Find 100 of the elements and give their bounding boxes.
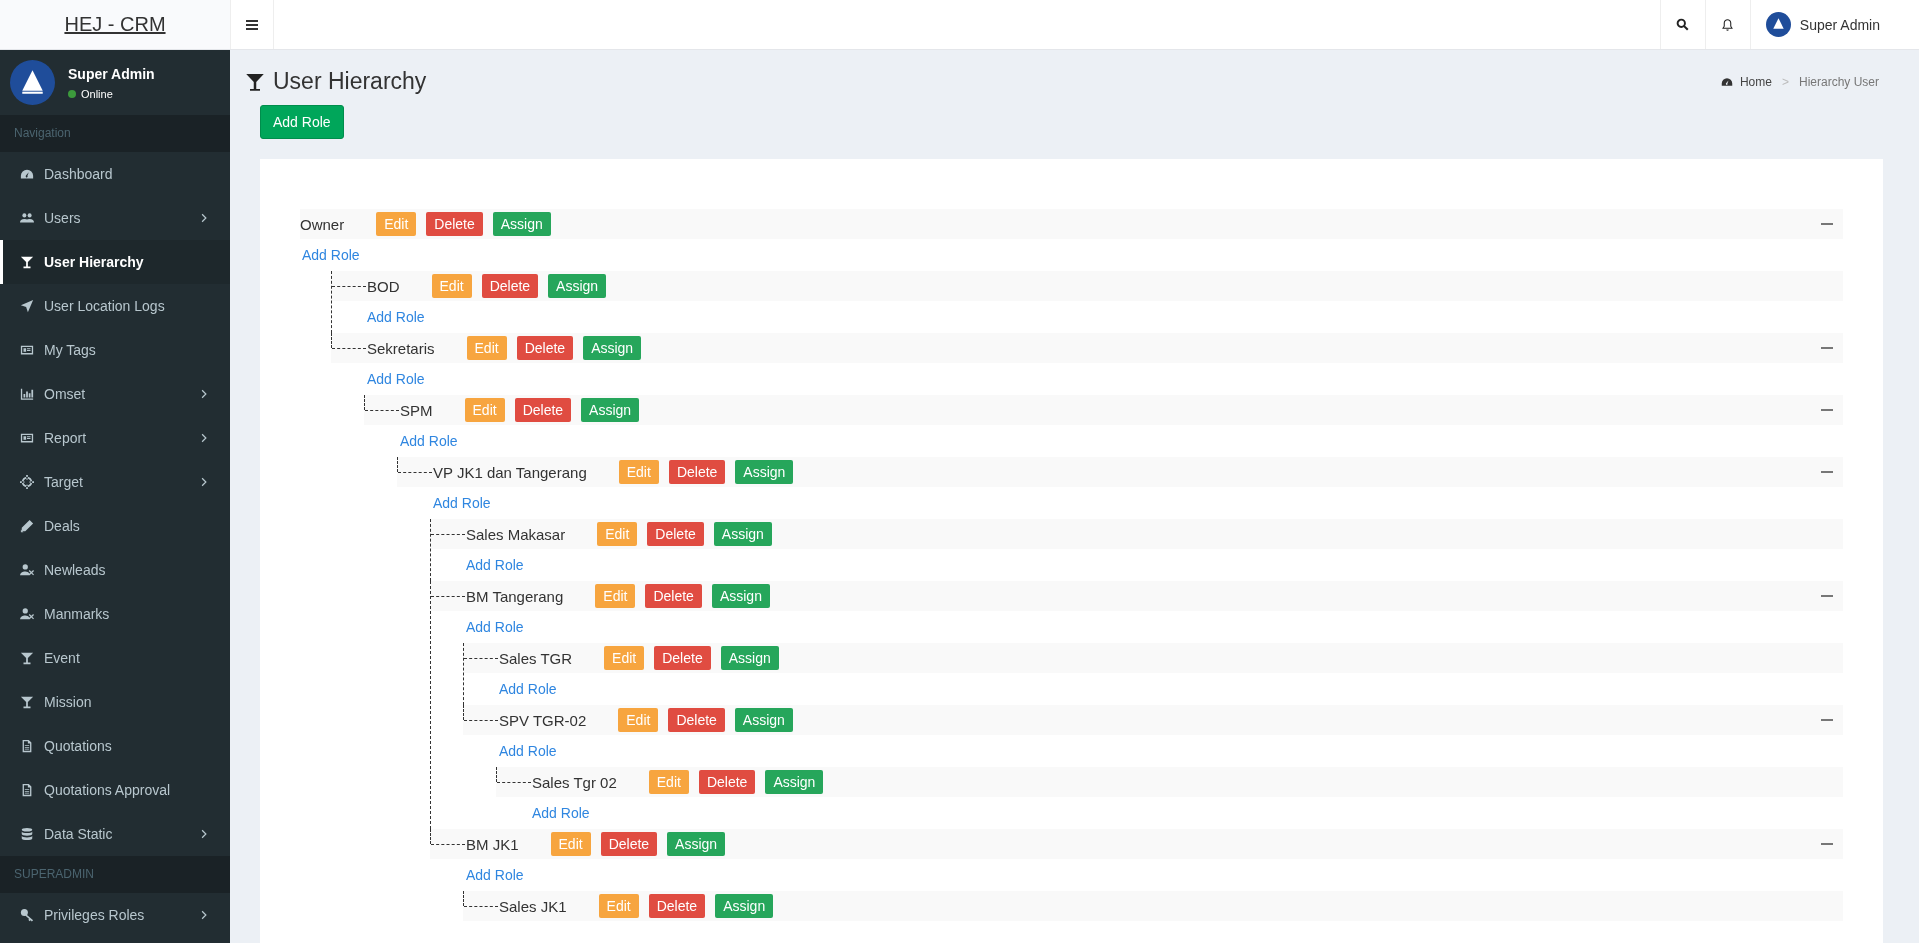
status-dot-icon <box>68 89 76 98</box>
assign-button[interactable]: Assign <box>492 212 551 236</box>
role-name: Sekretaris <box>367 339 435 357</box>
user-name: Super Admin <box>68 65 155 82</box>
sidebar-item[interactable]: Data Static <box>0 812 230 856</box>
delete-button[interactable]: Delete <box>668 460 726 484</box>
sidebar-item[interactable]: Newleads <box>0 548 230 592</box>
crosshair-icon <box>20 475 34 489</box>
assign-button[interactable]: Assign <box>765 770 824 794</box>
funnel-icon <box>245 71 265 92</box>
delete-button[interactable]: Delete <box>668 708 725 732</box>
delete-button[interactable]: Delete <box>654 646 711 670</box>
assign-button[interactable]: Assign <box>713 522 772 546</box>
add-role-button[interactable]: Add Role <box>260 105 344 139</box>
role-name: BM JK1 <box>466 835 519 853</box>
add-role-link[interactable]: Add Role <box>400 433 458 449</box>
role-name: Sales Makasar <box>466 525 566 543</box>
breadcrumb-separator: > <box>1781 74 1789 89</box>
funnel-icon <box>20 651 34 665</box>
sidebar-item[interactable]: Quotations Approval <box>0 768 230 812</box>
sidebar-item[interactable]: User Location Logs <box>0 284 230 328</box>
app-logo[interactable]: HEJ - CRM <box>64 13 166 36</box>
edit-button[interactable]: Edit <box>466 336 507 360</box>
sidebar-item[interactable]: User Hierarchy <box>0 240 230 284</box>
edit-button[interactable]: Edit <box>597 522 638 546</box>
edit-button[interactable]: Edit <box>604 646 645 670</box>
add-role-link[interactable]: Add Role <box>499 681 557 697</box>
sidebar-item[interactable]: Manmarks <box>0 592 230 636</box>
funnel-icon <box>20 695 34 709</box>
edit-button[interactable]: Edit <box>648 770 689 794</box>
delete-button[interactable]: Delete <box>600 832 658 856</box>
assign-button[interactable]: Assign <box>734 708 793 732</box>
role-name: Sales TGR <box>499 649 573 667</box>
sidebar-item[interactable]: Privileges Roles <box>0 893 230 937</box>
assign-button[interactable]: Assign <box>715 894 774 918</box>
location-arrow-icon <box>20 299 34 313</box>
assign-button[interactable]: Assign <box>735 460 794 484</box>
pencil-icon <box>20 519 34 533</box>
delete-button[interactable]: Delete <box>648 894 706 918</box>
edit-button[interactable]: Edit <box>618 708 659 732</box>
add-role-link[interactable]: Add Role <box>302 247 360 263</box>
delete-button[interactable]: Delete <box>516 336 574 360</box>
users-icon <box>20 211 34 225</box>
delete-button[interactable]: Delete <box>698 770 756 794</box>
add-role-link[interactable]: Add Role <box>367 309 425 325</box>
sidebar-item[interactable]: Quotations <box>0 724 230 768</box>
assign-button[interactable]: Assign <box>581 398 640 422</box>
add-role-link[interactable]: Add Role <box>466 867 524 883</box>
user-name: Super Admin <box>1799 16 1880 33</box>
edit-button[interactable]: Edit <box>618 460 659 484</box>
assign-button[interactable]: Assign <box>720 646 779 670</box>
sidebar-item[interactable]: My Tags <box>0 328 230 372</box>
key-icon <box>20 908 34 922</box>
sidebar-item[interactable]: Event <box>0 636 230 680</box>
role-name: Sales Tgr 02 <box>532 773 617 791</box>
sidebar-item[interactable]: Report <box>0 416 230 460</box>
user-status: Online <box>81 87 113 100</box>
assign-button[interactable]: Assign <box>583 336 642 360</box>
delete-button[interactable]: Delete <box>514 398 572 422</box>
add-role-link[interactable]: Add Role <box>532 805 590 821</box>
add-role-link[interactable]: Add Role <box>367 371 425 387</box>
edit-button[interactable]: Edit <box>550 832 591 856</box>
delete-button[interactable]: Delete <box>426 212 483 236</box>
add-role-link[interactable]: Add Role <box>466 557 524 573</box>
user-x-icon <box>20 563 34 577</box>
role-name: BM Tangerang <box>466 587 564 605</box>
id-card-icon <box>20 431 34 445</box>
sidebar-item[interactable]: Dashboard <box>0 152 230 196</box>
breadcrumb-current: Hierarchy User <box>1799 74 1879 89</box>
sidebar-item[interactable]: Target <box>0 460 230 504</box>
add-role-link[interactable]: Add Role <box>466 619 524 635</box>
sidebar-item[interactable]: Mission <box>0 680 230 724</box>
sidebar-item[interactable]: Omset <box>0 372 230 416</box>
edit-button[interactable]: Edit <box>431 274 472 298</box>
user-x-icon <box>20 607 34 621</box>
avatar-logo <box>10 60 55 105</box>
delete-button[interactable]: Delete <box>647 522 704 546</box>
document-icon <box>20 739 34 753</box>
sidebar-item[interactable]: Deals <box>0 504 230 548</box>
sidebar-item[interactable]: Users <box>0 196 230 240</box>
role-name: Sales JK1 <box>499 897 567 915</box>
breadcrumb-link[interactable]: Home <box>1739 74 1772 89</box>
edit-button[interactable]: Edit <box>376 212 417 236</box>
role-name: SPM <box>400 401 433 419</box>
add-role-link[interactable]: Add Role <box>433 495 491 511</box>
add-role-link[interactable]: Add Role <box>499 743 557 759</box>
edit-button[interactable]: Edit <box>595 584 636 608</box>
sidebar-section-header: SUPERADMIN <box>0 856 230 893</box>
avatar-logo <box>1765 12 1791 37</box>
assign-button[interactable]: Assign <box>667 832 726 856</box>
menu-icon <box>246 19 258 30</box>
delete-button[interactable]: Delete <box>481 274 539 298</box>
assign-button[interactable]: Assign <box>548 274 607 298</box>
funnel-icon <box>20 255 34 269</box>
assign-button[interactable]: Assign <box>711 584 770 608</box>
delete-button[interactable]: Delete <box>645 584 702 608</box>
bell-icon <box>1721 17 1735 32</box>
edit-button[interactable]: Edit <box>598 894 639 918</box>
search-icon <box>1676 18 1690 31</box>
edit-button[interactable]: Edit <box>464 398 505 422</box>
